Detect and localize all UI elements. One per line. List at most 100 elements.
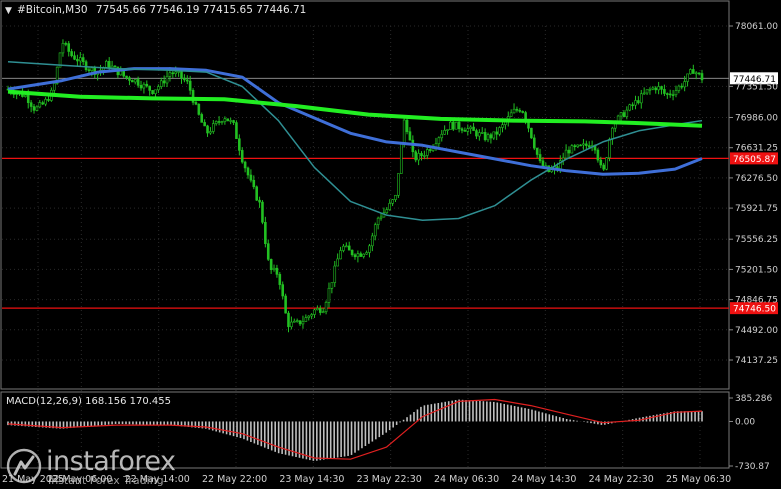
candle-body — [472, 126, 475, 131]
candle-body — [295, 320, 299, 322]
time-tick-label: 23 May 14:30 — [279, 474, 344, 485]
macd-title: MACD(12,26,9) 168.156 170.455 — [6, 396, 171, 407]
candle-body — [318, 308, 322, 313]
candle-body — [356, 253, 360, 258]
time-tick-label: 22 May 22:00 — [202, 474, 267, 485]
candle-body — [177, 71, 180, 73]
candle-body — [353, 254, 357, 258]
candle-body — [573, 145, 577, 148]
candle-body — [599, 159, 603, 166]
candle-body — [443, 130, 446, 135]
instaforex-logo-icon — [6, 448, 42, 484]
candle-body — [478, 132, 481, 137]
price-tick-label: 76631.25 — [735, 144, 778, 154]
candle-body — [324, 302, 328, 313]
candle-body — [275, 267, 279, 275]
candle-body — [362, 253, 365, 257]
candle-body — [212, 123, 215, 132]
time-tick-label: 25 May 06:30 — [666, 474, 731, 485]
candle-body — [246, 167, 250, 176]
candle-body — [119, 71, 123, 76]
price-tick-label: 75921.75 — [735, 204, 778, 214]
candle-body — [683, 81, 686, 88]
candle-body — [405, 119, 409, 133]
candle-body — [307, 315, 311, 318]
candle-body — [148, 85, 151, 91]
time-tick-label: 24 May 06:30 — [434, 474, 499, 485]
candle-body — [665, 93, 669, 95]
candle-body — [154, 89, 157, 94]
candle-body — [209, 131, 212, 134]
candle-body — [252, 179, 256, 188]
candle-body — [582, 143, 585, 146]
candle-body — [35, 106, 39, 111]
brand-tagline: Instant Forex Trading — [48, 474, 164, 487]
candle-body — [634, 100, 637, 106]
candle-body — [47, 98, 50, 101]
candle-body — [657, 86, 660, 91]
chart-header: #Bitcoin,M30 77545.66 77546.19 77415.65 … — [17, 4, 306, 16]
candle-body — [168, 72, 172, 77]
candle-body — [697, 72, 701, 75]
symbol-menu-icon[interactable]: ▼ — [5, 6, 12, 16]
symbol-label: #Bitcoin,M30 — [17, 4, 88, 16]
price-tick-label: 75201.50 — [735, 265, 778, 275]
candle-body — [125, 75, 128, 78]
candle-body — [52, 83, 56, 91]
candle-body — [206, 125, 209, 134]
candle-body — [576, 144, 579, 147]
candle-body — [602, 164, 605, 170]
candle-body — [232, 120, 235, 123]
candle-body — [492, 131, 496, 139]
candle-body — [145, 83, 149, 87]
time-tick-label: 24 May 14:30 — [511, 474, 576, 485]
candle-body — [151, 90, 154, 94]
candle-body — [654, 87, 658, 91]
candle-body — [327, 287, 331, 303]
candle-body — [680, 85, 684, 88]
price-tick-label: 77351.50 — [735, 82, 778, 92]
candle-body — [460, 128, 464, 131]
candle-body — [530, 127, 533, 139]
candle-body — [105, 60, 108, 68]
candle-body — [388, 203, 392, 210]
trading-chart[interactable]: 76505.8774746.5077446.71 78061.0077351.5… — [0, 0, 781, 489]
candle-body — [142, 83, 146, 89]
candle-body — [350, 249, 354, 256]
candle-body — [139, 85, 143, 89]
candle-body — [70, 51, 73, 57]
candle-body — [397, 173, 400, 196]
candle-body — [333, 265, 337, 283]
macd-tick-label: 385.286 — [735, 394, 772, 404]
candle-body — [674, 90, 678, 96]
candle-body — [648, 88, 652, 91]
candle-body — [235, 122, 238, 140]
candle-body — [342, 245, 345, 251]
candle-body — [475, 130, 478, 137]
candle-body — [631, 104, 634, 107]
candle-body — [480, 132, 484, 134]
candle-body — [203, 122, 206, 127]
candle-body — [301, 321, 305, 325]
candle-body — [425, 149, 429, 156]
candle-body — [226, 118, 230, 122]
brand-name: instaforex — [46, 446, 176, 477]
candle-body — [408, 131, 412, 141]
candle-body — [567, 149, 571, 154]
candle-body — [420, 153, 423, 157]
candle-body — [373, 224, 377, 237]
candle-body — [449, 121, 452, 130]
candle-body — [165, 75, 169, 84]
candle-body — [605, 157, 608, 170]
price-tick-label: 74846.75 — [735, 296, 778, 306]
candle-body — [87, 69, 91, 72]
candle-body — [76, 59, 79, 62]
candle-body — [78, 57, 82, 62]
candle-body — [371, 235, 374, 247]
candle-body — [261, 201, 264, 223]
candle-body — [689, 69, 692, 75]
candle-body — [266, 243, 270, 260]
candle-body — [217, 121, 221, 123]
candle-body — [200, 114, 204, 123]
candle-body — [365, 252, 368, 255]
